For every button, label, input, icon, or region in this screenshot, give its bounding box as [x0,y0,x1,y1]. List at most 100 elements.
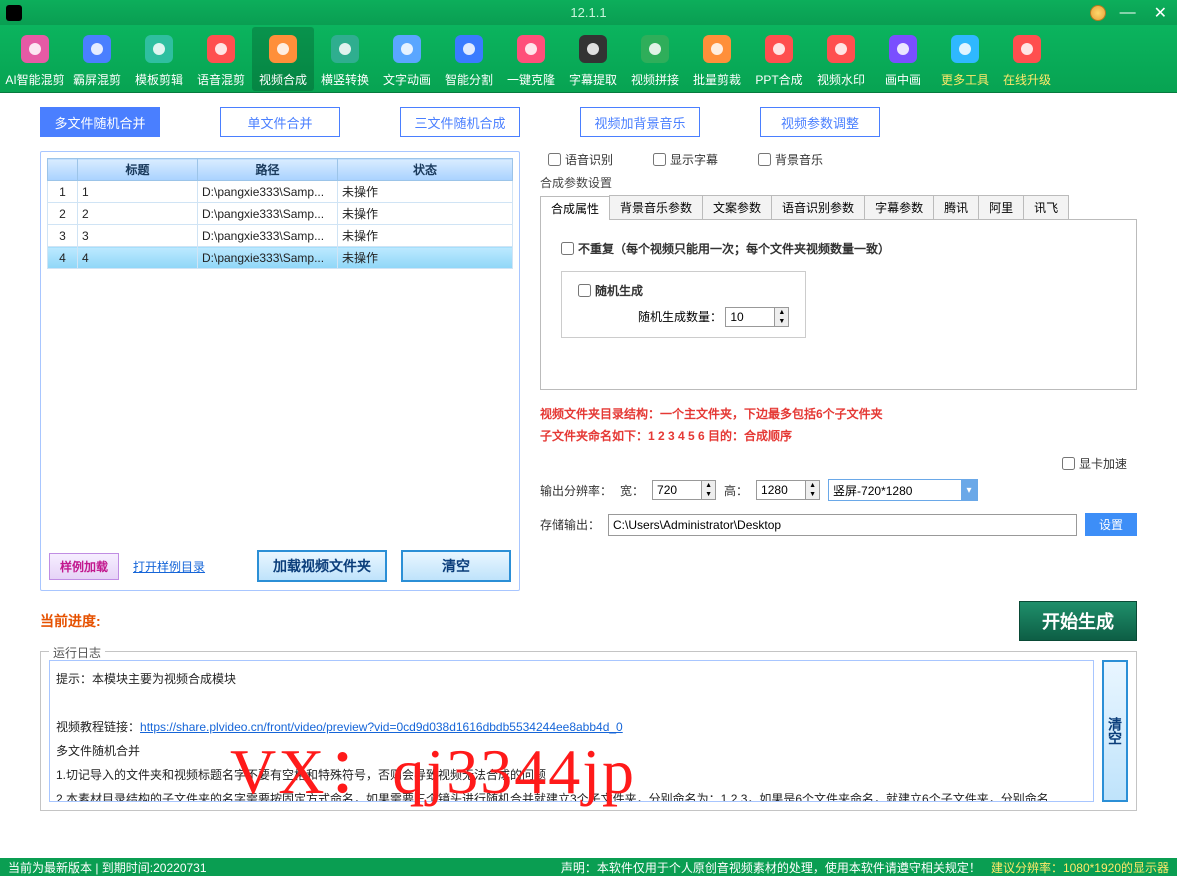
ptab-voice[interactable]: 语音识别参数 [771,195,865,219]
minimize-button[interactable]: — [1116,4,1140,22]
main-toolbar: AI智能混剪霸屏混剪模板剪辑语音混剪视频合成横竖转换文字动画智能分割一键克隆字幕… [0,25,1177,93]
spin-up-icon[interactable]: ▲ [775,308,788,317]
subtab-three-merge[interactable]: 三文件随机合成 [400,107,520,137]
log-textarea[interactable]: 提示：本模块主要为视频合成模块 视频教程链接：https://share.plv… [49,660,1094,802]
subtab-bar: 多文件随机合并 单文件合并 三文件随机合成 视频加背景音乐 视频参数调整 [0,93,1177,151]
text-icon [387,29,427,69]
toolbar-sub[interactable]: 字幕提取 [562,27,624,91]
toolbar-pip[interactable]: 画中画 [872,27,934,91]
params-group-title: 合成参数设置 [540,174,1137,191]
randcount-spinner[interactable]: ▲▼ [725,307,789,327]
col-status: 状态 [338,159,513,181]
app-version: 12.1.1 [570,5,606,20]
ba-icon [77,29,117,69]
start-button[interactable]: 开始生成 [1019,601,1137,641]
col-path: 路径 [198,159,338,181]
batch-icon [697,29,737,69]
toolbar-ppt[interactable]: PPT合成 [748,27,810,91]
close-button[interactable]: ✕ [1150,3,1171,23]
col-title: 标题 [78,159,198,181]
out-label: 存储输出： [540,516,600,533]
ai-icon [15,29,55,69]
toolbar-voice[interactable]: 语音混剪 [190,27,252,91]
upgrade-icon [1007,29,1047,69]
res-preset-select[interactable]: 竖屏-720*1280 [828,479,978,501]
tutorial-link[interactable]: https://share.plvideo.cn/front/video/pre… [140,720,623,734]
randcount-label: 随机生成数量： [638,310,722,324]
sample-load-button[interactable]: 样例加载 [49,553,119,580]
params-body: 不重复（每个视频只能用一次；每个文件夹视频数量一致） 随机生成 随机生成数量： … [540,220,1137,390]
res-h-spinner[interactable]: ▲▼ [756,480,820,500]
toolbar-batch[interactable]: 批量剪裁 [686,27,748,91]
toolbar-more[interactable]: 更多工具 [934,27,996,91]
clear-list-button[interactable]: 清空 [401,550,511,582]
log-clear-button[interactable]: 清空 [1102,660,1128,802]
open-sample-dir-link[interactable]: 打开样例目录 [133,558,205,575]
subtab-bgm[interactable]: 视频加背景音乐 [580,107,700,137]
tpl-icon [139,29,179,69]
subtab-single-merge[interactable]: 单文件合并 [220,107,340,137]
toolbar-hv[interactable]: 横竖转换 [314,27,376,91]
wm-icon [821,29,861,69]
check-norepeat[interactable]: 不重复（每个视频只能用一次；每个文件夹视频数量一致） [561,240,1116,257]
out-path-input[interactable] [608,514,1077,536]
subtab-params[interactable]: 视频参数调整 [760,107,880,137]
toolbar-split[interactable]: 智能分割 [438,27,500,91]
check-gpu[interactable]: 显卡加速 [1062,455,1127,472]
toolbar-join[interactable]: 视频拼接 [624,27,686,91]
subtab-multi-merge[interactable]: 多文件随机合并 [40,107,160,137]
log-group: 运行日志 提示：本模块主要为视频合成模块 视频教程链接：https://shar… [40,651,1137,811]
spin-down-icon[interactable]: ▼ [775,317,788,326]
check-bgm[interactable]: 背景音乐 [758,151,823,168]
clone-icon [511,29,551,69]
toolbar-clone[interactable]: 一键克隆 [500,27,562,91]
toolbar-synth[interactable]: 视频合成 [252,27,314,91]
check-show-subs[interactable]: 显示字幕 [653,151,718,168]
ptab-bgm[interactable]: 背景音乐参数 [609,195,703,219]
out-set-button[interactable]: 设置 [1085,513,1137,536]
status-left: 当前为最新版本 | 到期时间:20220731 [8,859,207,876]
hv-icon [325,29,365,69]
ptab-text[interactable]: 文案参数 [702,195,772,219]
sub-icon [573,29,613,69]
ppt-icon [759,29,799,69]
table-row[interactable]: 44D:\pangxie333\Samp...未操作 [48,247,513,269]
toolbar-ai[interactable]: AI智能混剪 [4,27,66,91]
res-h-label: 高： [724,482,748,499]
ptab-sub[interactable]: 字幕参数 [864,195,934,219]
ptab-ali[interactable]: 阿里 [978,195,1024,219]
toolbar-upgrade[interactable]: 在线升级 [996,27,1058,91]
table-row[interactable]: 11D:\pangxie333\Samp...未操作 [48,181,513,203]
ptab-tencent[interactable]: 腾讯 [933,195,979,219]
file-table[interactable]: 标题 路径 状态 11D:\pangxie333\Samp...未操作22D:\… [47,158,513,269]
table-row[interactable]: 22D:\pangxie333\Samp...未操作 [48,203,513,225]
status-res: 建议分辨率：1080*1920的显示器 [991,861,1169,875]
titlebar: 12.1.1 — ✕ [0,0,1177,25]
settings-panel: 语音识别 显示字幕 背景音乐 合成参数设置 合成属性 背景音乐参数 文案参数 语… [540,151,1137,591]
table-row[interactable]: 33D:\pangxie333\Samp...未操作 [48,225,513,247]
check-random[interactable]: 随机生成 [578,282,789,299]
toolbar-text[interactable]: 文字动画 [376,27,438,91]
progress-label: 当前进度: [40,611,101,631]
medal-icon[interactable] [1090,5,1106,21]
status-disclaimer: 声明：本软件仅用于个人原创音视频素材的处理，使用本软件请遵守相关规定！ [561,861,981,875]
res-w-label: 宽： [620,482,644,499]
pip-icon [883,29,923,69]
res-label: 输出分辨率： [540,482,612,499]
ptab-xf[interactable]: 讯飞 [1023,195,1069,219]
check-voice-recog[interactable]: 语音识别 [548,151,613,168]
folder-structure-warning: 视频文件夹目录结构：一个主文件夹，下边最多包括6个子文件夹 子文件夹命名如下：1… [540,404,1137,447]
toolbar-ba[interactable]: 霸屏混剪 [66,27,128,91]
voice-icon [201,29,241,69]
res-w-spinner[interactable]: ▲▼ [652,480,716,500]
join-icon [635,29,675,69]
randcount-input[interactable] [726,308,774,326]
params-tabs: 合成属性 背景音乐参数 文案参数 语音识别参数 字幕参数 腾讯 阿里 讯飞 [540,195,1137,220]
statusbar: 当前为最新版本 | 到期时间:20220731 声明：本软件仅用于个人原创音视频… [0,858,1177,876]
load-folder-button[interactable]: 加载视频文件夹 [257,550,387,582]
split-icon [449,29,489,69]
toolbar-wm[interactable]: 视频水印 [810,27,872,91]
file-list-panel: 标题 路径 状态 11D:\pangxie333\Samp...未操作22D:\… [40,151,520,591]
toolbar-tpl[interactable]: 模板剪辑 [128,27,190,91]
ptab-synth[interactable]: 合成属性 [540,196,610,220]
